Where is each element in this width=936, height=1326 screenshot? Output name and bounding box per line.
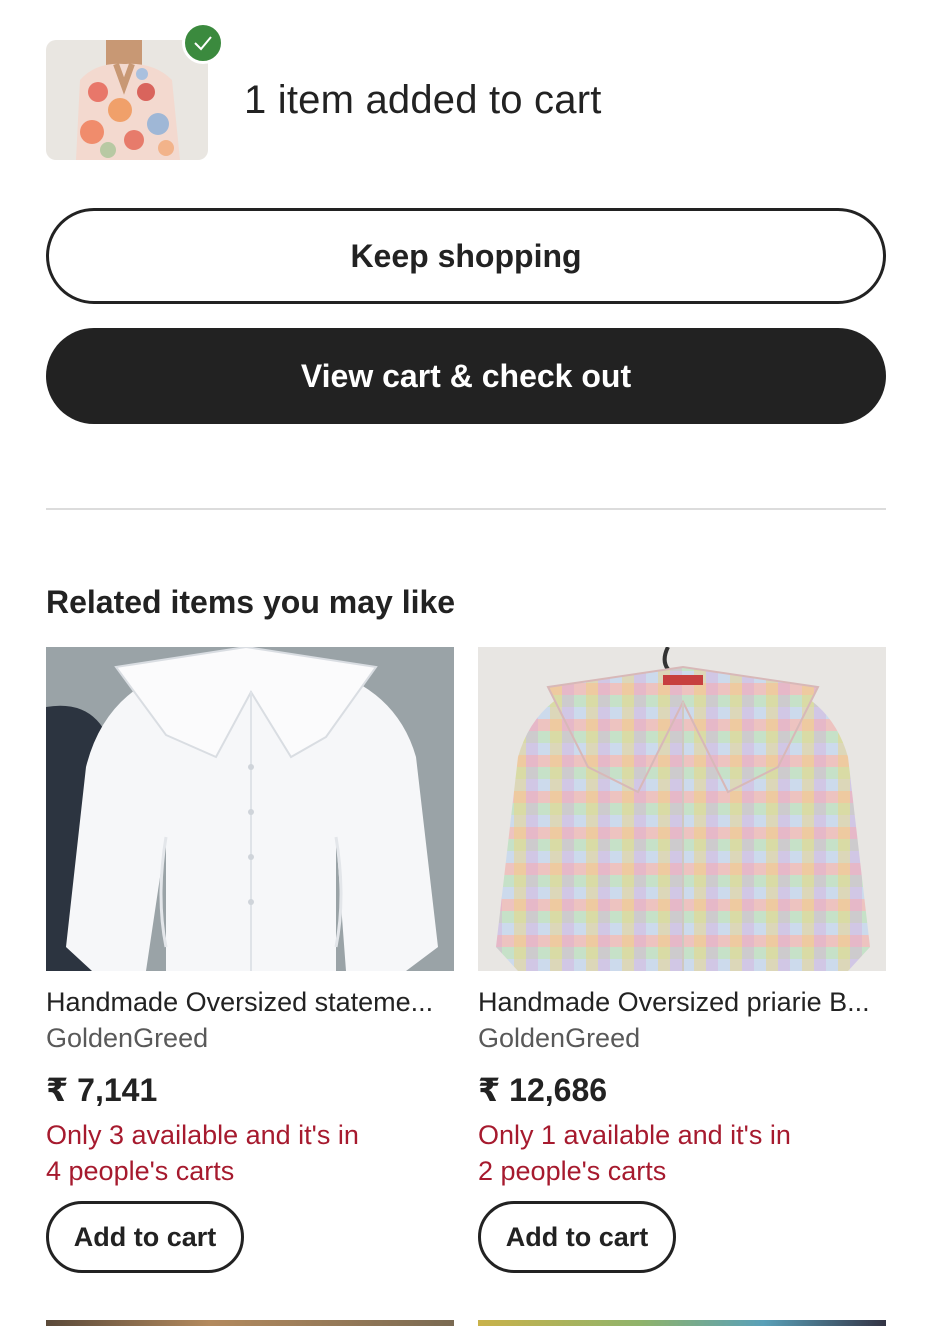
add-to-cart-button[interactable]: Add to cart [478, 1201, 676, 1273]
product-image[interactable] [478, 647, 886, 971]
next-product-image-peek[interactable] [46, 1320, 454, 1326]
stock-line-1: Only 3 available and it's in [46, 1120, 359, 1150]
product-image[interactable] [46, 647, 454, 971]
stock-line-2: 2 people's carts [478, 1156, 667, 1186]
product-title[interactable]: Handmade Oversized priarie B... [478, 987, 886, 1018]
confirmation-title: 1 item added to cart [244, 78, 602, 122]
floral-shirt-image [46, 40, 208, 160]
next-product-image-peek[interactable] [478, 1320, 886, 1326]
related-item-card[interactable]: Handmade Oversized priarie B... GoldenGr… [478, 647, 886, 1277]
success-check-icon [182, 22, 224, 64]
product-price: ₹ 12,686 [478, 1072, 608, 1108]
stock-urgency-text: Only 1 available and it's in 2 people's … [478, 1117, 878, 1189]
related-item-card[interactable]: Handmade Oversized stateme... GoldenGree… [46, 647, 454, 1277]
added-to-cart-page: 1 item added to cart Keep shopping View … [0, 0, 936, 1326]
stock-urgency-text: Only 3 available and it's in 4 people's … [46, 1117, 446, 1189]
view-cart-checkout-button[interactable]: View cart & check out [46, 328, 886, 424]
stock-line-1: Only 1 available and it's in [478, 1120, 791, 1150]
related-items-heading: Related items you may like [46, 584, 456, 620]
shop-name[interactable]: GoldenGreed [46, 1023, 208, 1054]
cart-confirmation: 1 item added to cart [46, 22, 886, 160]
stock-line-2: 4 people's carts [46, 1156, 235, 1186]
section-divider [46, 508, 886, 510]
add-to-cart-button[interactable]: Add to cart [46, 1201, 244, 1273]
added-item-thumbnail-wrap [46, 22, 224, 160]
product-price: ₹ 7,141 [46, 1072, 158, 1108]
product-title[interactable]: Handmade Oversized stateme... [46, 987, 454, 1018]
added-item-thumbnail [46, 40, 208, 160]
shop-name[interactable]: GoldenGreed [478, 1023, 640, 1054]
keep-shopping-button[interactable]: Keep shopping [46, 208, 886, 304]
